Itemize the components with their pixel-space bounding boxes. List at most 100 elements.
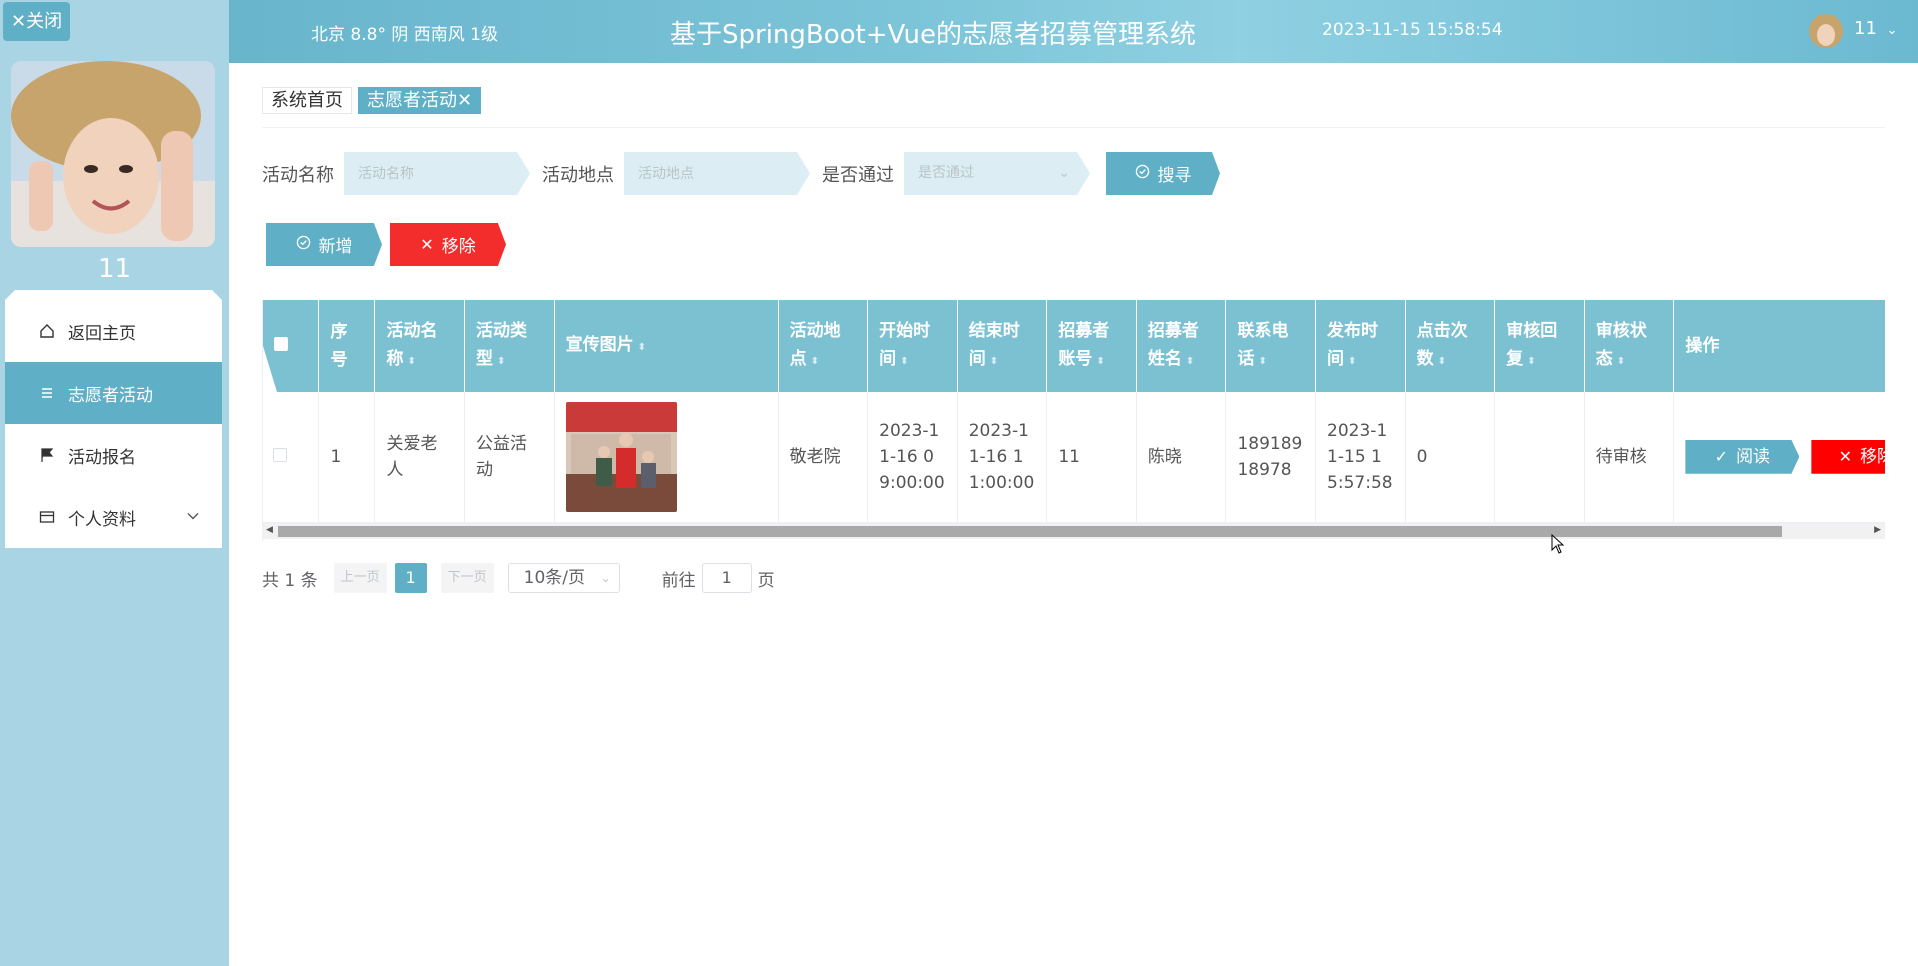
cell-activity-name: 关爱老人 [374, 392, 466, 523]
chevron-down-icon: ⌄ [1886, 23, 1898, 38]
sidebar-item-activity-signup[interactable]: 活动报名 [5, 424, 222, 486]
sort-icon[interactable]: ⬍ [1438, 356, 1446, 367]
side-menu: 返回主页 志愿者活动 活动报名 个人资料 [5, 290, 222, 548]
column-header[interactable]: 联系电话 ⬍ [1225, 300, 1317, 392]
tab-volunteer-activities[interactable]: 志愿者活动✕ [358, 87, 482, 114]
header-user-name: 11 [1854, 18, 1877, 39]
goto-label: 前往 [661, 570, 696, 591]
select-all-checkbox[interactable] [274, 337, 288, 351]
column-header[interactable]: 审核状态 ⬍ [1584, 300, 1675, 392]
header-avatar[interactable] [1809, 14, 1843, 48]
cell-recruiter-account: 11 [1046, 392, 1137, 523]
column-header[interactable]: 活动类型 ⬍ [464, 300, 555, 392]
sort-icon[interactable]: ⬍ [990, 356, 998, 367]
delete-button[interactable]: ✕ 移除 [390, 223, 506, 266]
sort-icon[interactable]: ⬍ [407, 356, 415, 367]
sort-icon[interactable]: ⬍ [900, 356, 908, 367]
sidebar-item-label: 返回主页 [68, 323, 136, 344]
activity-name-label: 活动名称 [262, 164, 334, 186]
check-icon: ✓ [1714, 446, 1729, 466]
list-icon [38, 384, 56, 402]
search-button[interactable]: 搜寻 [1106, 152, 1220, 195]
promo-image[interactable] [565, 401, 677, 512]
current-datetime: 2023-11-15 15:58:54 [1322, 20, 1503, 40]
avatar [11, 61, 215, 247]
total-count: 共 1 条 [262, 570, 318, 591]
header-user-menu[interactable]: 11 ⌄ [1854, 18, 1898, 39]
sort-icon[interactable]: ⬍ [1527, 356, 1535, 367]
prev-page-button[interactable]: 上一页 [333, 563, 387, 593]
table-row: 1 关爱老人 公益活动 敬老院 2023-11-16 09:00:00 2023… [263, 392, 1885, 523]
chevron-down-icon: ⌄ [1058, 165, 1070, 181]
sidebar-item-volunteer-activities[interactable]: 志愿者活动 [5, 362, 222, 424]
sidebar-item-home[interactable]: 返回主页 [5, 300, 222, 362]
column-header[interactable]: 招募者姓名 ⬍ [1136, 300, 1227, 392]
scroll-right-icon[interactable]: ▶ [1874, 525, 1881, 535]
column-header[interactable]: 发布时间 ⬍ [1315, 300, 1406, 392]
page-size-select[interactable]: 10条/页 ⌄ [507, 563, 620, 593]
approved-select[interactable]: 是否通过 ⌄ [904, 152, 1090, 195]
cell-operations: ✓ 阅读 ✕ 移除 [1673, 392, 1885, 523]
page-number-current[interactable]: 1 [394, 563, 427, 593]
close-icon: ✕ [420, 235, 434, 254]
tab-bar: 系统首页 志愿者活动✕ [262, 87, 487, 114]
column-header: 序号 [318, 300, 376, 392]
sort-icon[interactable]: ⬍ [1348, 356, 1356, 367]
sort-icon[interactable]: ⬍ [1186, 356, 1194, 367]
sort-icon[interactable]: ⬍ [638, 342, 646, 353]
activity-place-input[interactable] [624, 152, 810, 195]
read-button[interactable]: ✓ 阅读 [1685, 439, 1800, 474]
table-horizontal-scrollbar[interactable]: ◀ ▶ [262, 523, 1885, 539]
row-select-cell [263, 392, 320, 523]
activity-name-input[interactable] [344, 152, 530, 195]
close-icon: ✕ [1838, 446, 1853, 466]
column-header-label: 宣传图片 [565, 334, 634, 355]
check-circle-icon [1135, 164, 1150, 183]
sidebar-item-label: 个人资料 [68, 509, 136, 530]
sort-icon[interactable]: ⬍ [811, 356, 819, 367]
add-button[interactable]: 新增 [266, 223, 382, 266]
column-header-label: 操作 [1685, 336, 1720, 356]
tab-home[interactable]: 系统首页 [262, 87, 352, 114]
page-suffix: 页 [757, 570, 775, 591]
sidebar-item-profile[interactable]: 个人资料 [5, 486, 222, 548]
row-delete-button[interactable]: ✕ 移除 [1811, 439, 1885, 474]
activity-place-label: 活动地点 [542, 164, 614, 186]
column-header[interactable]: 宣传图片 ⬍ [554, 300, 779, 392]
flag-icon [38, 446, 56, 464]
column-header[interactable]: 活动名称 ⬍ [374, 300, 466, 392]
search-button-label: 搜寻 [1157, 166, 1192, 186]
cell-end-time: 2023-11-16 11:00:00 [957, 392, 1048, 523]
column-header[interactable]: 活动地点 ⬍ [778, 300, 869, 392]
cell-click-count: 0 [1405, 392, 1496, 523]
cell-recruiter-name: 陈晓 [1136, 392, 1227, 523]
column-header[interactable]: 招募者账号 ⬍ [1046, 300, 1137, 392]
column-header[interactable]: 审核回复 ⬍ [1494, 300, 1585, 392]
close-button[interactable]: ✕关闭 [3, 2, 71, 41]
column-header[interactable]: 开始时间 ⬍ [867, 300, 958, 392]
sort-icon[interactable]: ⬍ [1617, 356, 1625, 367]
mouse-cursor-icon [1551, 533, 1565, 558]
activities-table: 序号 活动名称 ⬍ 活动类型 ⬍ 宣传图片 ⬍ 活动地点 ⬍ 开始时间 ⬍ 结束时间 ⬍ 招… [262, 300, 1885, 541]
sidebar: ✕关闭 11 返回主页 志愿者活动 活动报名 个人资料 [0, 0, 229, 966]
row-checkbox[interactable] [273, 447, 287, 462]
column-header[interactable]: 结束时间 ⬍ [957, 300, 1048, 392]
divider [262, 127, 1885, 128]
sort-icon[interactable]: ⬍ [1096, 356, 1104, 367]
column-header-label: 序号 [330, 322, 348, 370]
approved-label: 是否通过 [822, 164, 894, 186]
weather-info: 北京 8.8° 阴 西南风 1级 [311, 25, 498, 45]
cell-start-time: 2023-11-16 09:00:00 [867, 392, 958, 523]
cell-index: 1 [318, 392, 376, 523]
next-page-button[interactable]: 下一页 [440, 563, 494, 593]
sort-icon[interactable]: ⬍ [497, 356, 505, 367]
column-header[interactable]: 点击次数 ⬍ [1405, 300, 1496, 392]
system-title: 基于SpringBoot+Vue的志愿者招募管理系统 [670, 20, 1197, 50]
chevron-down-icon: ⌄ [600, 571, 611, 585]
read-button-label: 阅读 [1736, 446, 1771, 467]
goto-page-input[interactable]: 1 [701, 563, 752, 593]
add-button-label: 新增 [318, 237, 353, 257]
chevron-down-icon [186, 508, 200, 528]
scroll-left-icon[interactable]: ◀ [266, 525, 273, 535]
sort-icon[interactable]: ⬍ [1258, 356, 1266, 367]
